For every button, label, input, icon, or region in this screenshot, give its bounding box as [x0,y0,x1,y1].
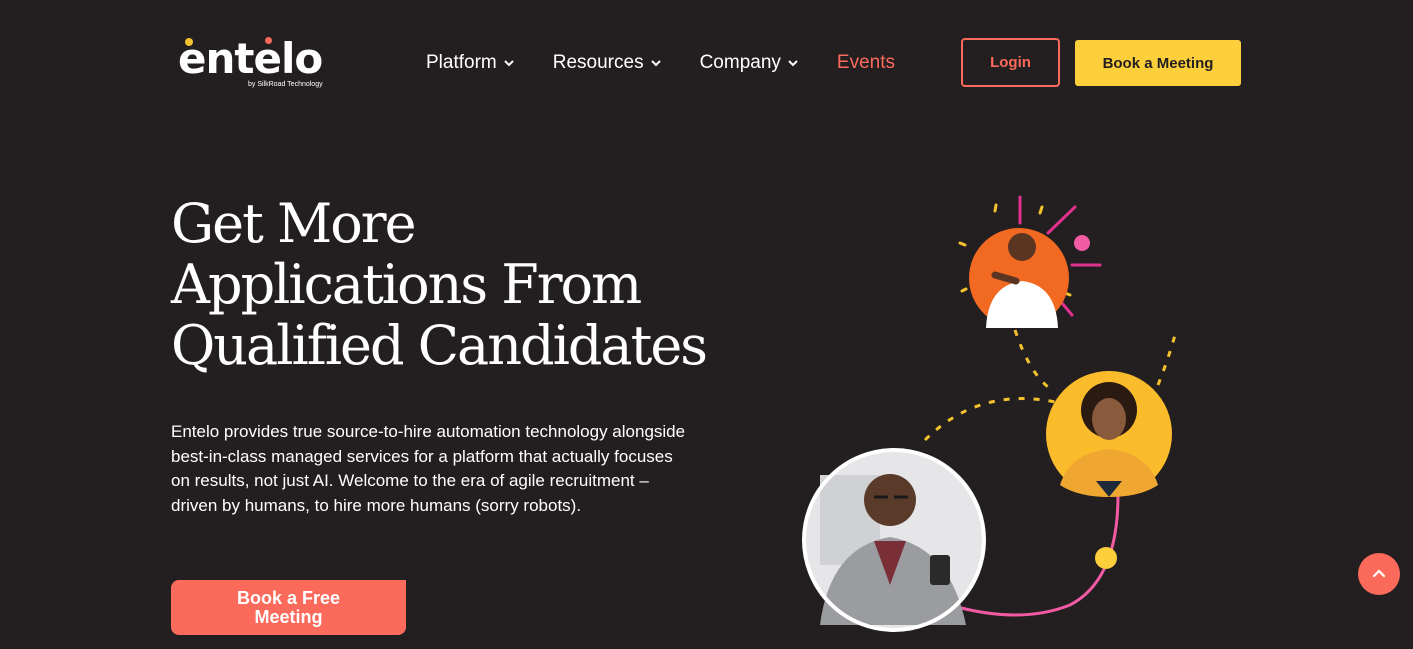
nav-item-label: Platform [426,52,497,73]
nav-item-resources[interactable]: Resources [553,52,662,74]
decor-dot-yellow [1095,547,1117,569]
login-button[interactable]: Login [961,38,1060,87]
avatar-man-pointing [969,228,1069,328]
nav-item-events[interactable]: Events [837,52,895,74]
hero-illustration [802,195,1177,632]
avatar-man-with-phone [802,448,986,632]
book-free-meeting-button[interactable]: Book a Free Meeting [171,580,406,635]
scroll-to-top-button[interactable] [1358,553,1400,595]
decor-dot-pink [1074,235,1090,251]
nav-item-label: Resources [552,52,644,73]
logo-dot-coral [265,37,272,44]
chevron-down-icon [504,60,514,67]
book-meeting-button[interactable]: Book a Meeting [1075,40,1241,86]
nav-item-platform[interactable]: Platform [426,52,515,74]
nav-item-company[interactable]: Company [700,52,799,74]
entelo-logo[interactable]: entelo by SilkRoad Technology [178,36,338,96]
nav-item-label: Events [836,52,895,73]
hero-description: Entelo provides true source-to-hire auto… [171,422,686,515]
chevron-up-icon [1372,569,1386,578]
logo-dot-yellow [185,38,193,46]
nav-item-label: Company [699,52,781,73]
logo-wordmark: entelo [178,34,323,83]
hero-title: Get More Applications From Qualified Can… [171,192,708,377]
dashed-connector [1013,329,1053,392]
main-nav: Platform Resources Company Events [426,48,895,78]
chevron-down-icon [650,60,661,67]
dashed-connector [923,397,1061,442]
avatar-woman-smiling [1046,371,1172,497]
chevron-down-icon [788,60,798,67]
logo-subtitle: by SilkRoad Technology [248,81,323,88]
dashed-connector [1156,334,1177,386]
